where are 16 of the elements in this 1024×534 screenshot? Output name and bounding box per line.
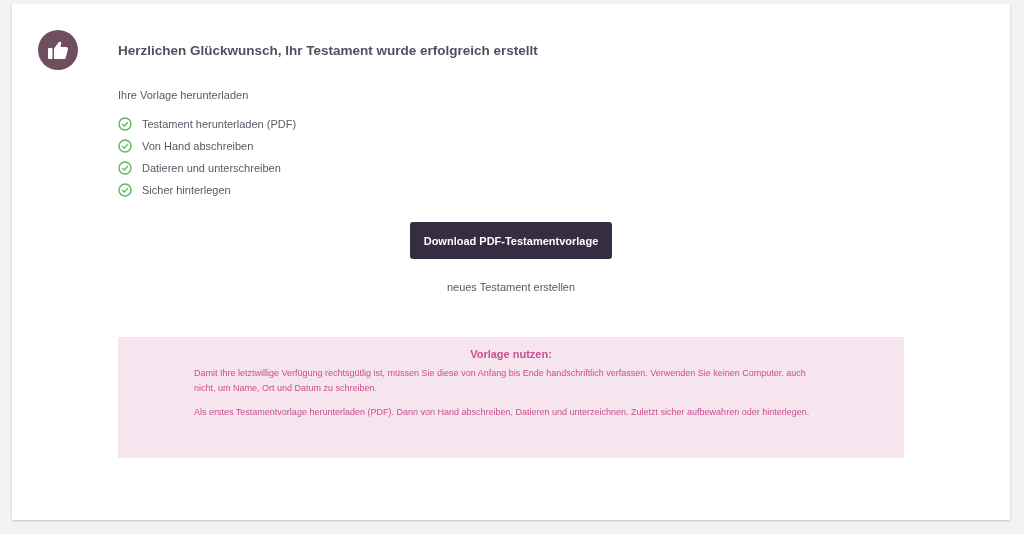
step-label: Sicher hinterlegen [142,184,231,196]
thumbs-up-icon [38,30,78,70]
step-label: Datieren und unterschreiben [142,162,281,174]
check-circle-icon [118,139,132,153]
section-label: Ihre Vorlage herunterladen [118,89,250,101]
notice-paragraph: Als erstes Testamentvorlage herunterladen (PDF). Dann von Hand abschreiben, Datieren und unterzeichnen. Zuletzt sicher aufbewahren oder hinterlegen. [194,406,811,419]
download-button[interactable]: Download PDF-Testamentvorlage [410,222,612,259]
step-label: Von Hand abschreiben [142,140,254,152]
success-title: Herzlichen Glückwunsch, Ihr Testament wurde erfolgreich erstellt [118,42,538,58]
notice-heading: Vorlage nutzen: [469,348,553,360]
notice-paragraph: Damit Ihre letztwillige Verfügung rechtsgütlig ist, müssen Sie diese von Anfang bis Ende handschriftlich verfassen. Verwenden Sie keinen Computer. auch nicht, um Name, Ort und Datum zu schreiben. [194,367,807,395]
new-testament-link[interactable]: neues Testament erstellen [446,281,576,293]
step-label: Testament herunterladen (PDF) [142,118,297,130]
check-circle-icon [118,161,132,175]
check-circle-icon [118,183,132,197]
check-circle-icon [118,117,132,131]
